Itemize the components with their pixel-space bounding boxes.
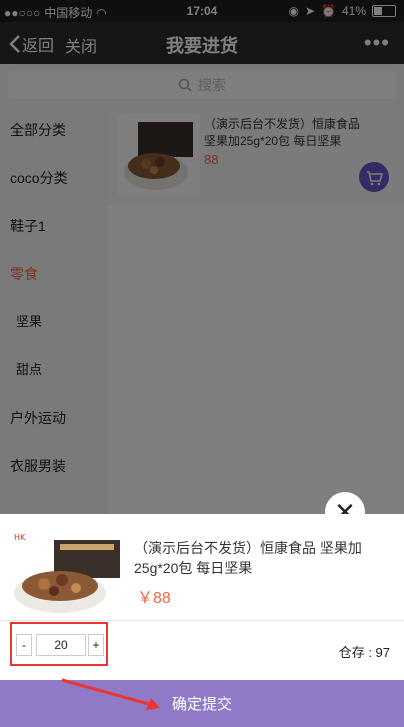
quantity-input[interactable]: 20: [36, 634, 86, 656]
popup-product-image: HK: [10, 528, 125, 616]
submit-button[interactable]: 确定提交: [0, 680, 404, 727]
increase-button[interactable]: +: [88, 634, 104, 656]
decrease-button[interactable]: -: [16, 634, 32, 656]
popup-product-price: ￥88: [137, 590, 171, 607]
stock-label: 仓存 : 97: [338, 645, 390, 660]
svg-text:HK: HK: [14, 533, 26, 542]
divider: [0, 620, 404, 621]
popup-product-name: （演示后台不发货）恒康食品 坚果加25g*20包 每日坚果: [134, 540, 362, 576]
quantity-stepper: - 20 +: [10, 622, 108, 666]
